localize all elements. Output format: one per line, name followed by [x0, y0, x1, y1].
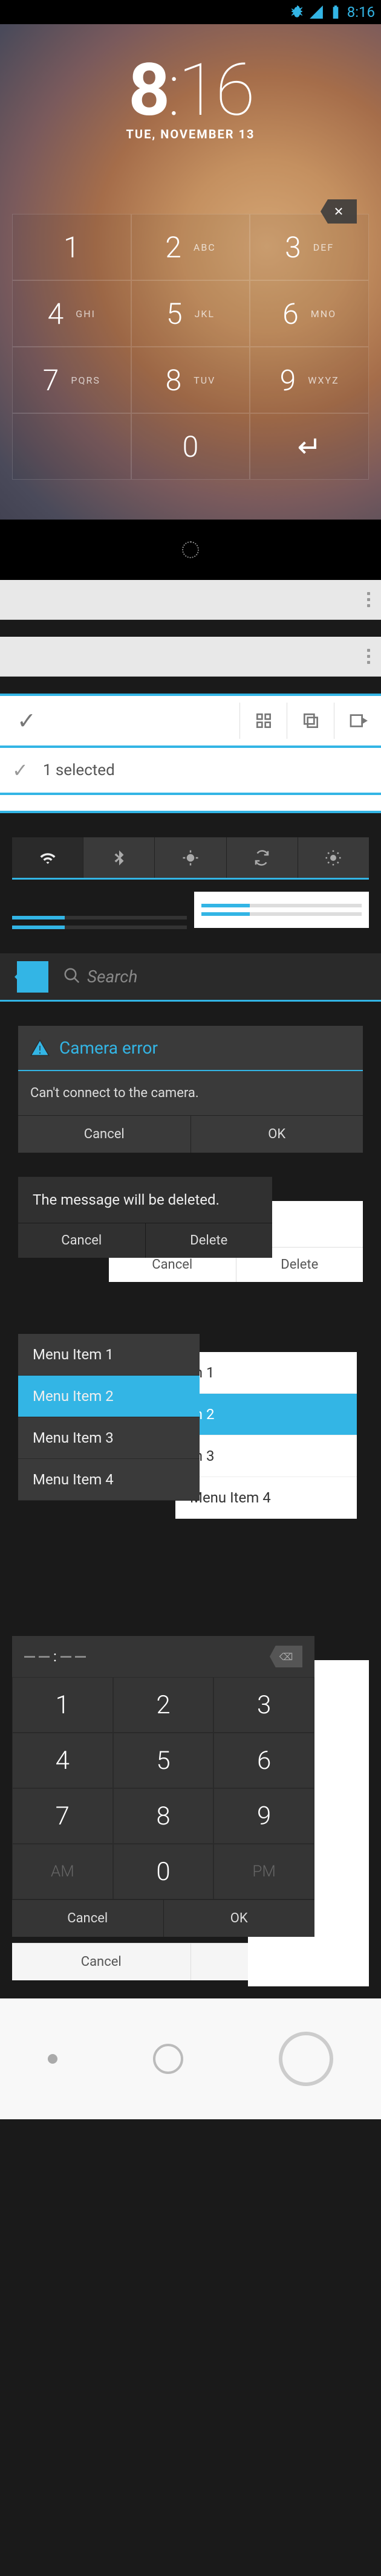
pin-key-6[interactable]: 6MNO: [250, 280, 369, 347]
cancel-button[interactable]: Cancel: [12, 1900, 164, 1937]
warning-icon: [30, 1038, 50, 1058]
keypad-8[interactable]: 8: [113, 1788, 214, 1844]
status-time: 8:16: [347, 4, 375, 21]
copy-icon[interactable]: [287, 703, 334, 739]
done-icon[interactable]: ✓: [0, 707, 53, 735]
loading-indicators: [0, 1998, 381, 2119]
selection-count: 1 selected: [43, 761, 115, 779]
progress-bar-light: [201, 904, 362, 907]
brightness-toggle[interactable]: [298, 837, 369, 878]
spinner-small-icon: [48, 2054, 57, 2064]
menu-item[interactable]: m 1: [175, 1352, 357, 1394]
spinner-large-icon: [279, 2032, 333, 2086]
popup-menu-light: m 1m 2m 3Menu Item 4: [175, 1352, 357, 1519]
battery-icon: [328, 4, 344, 20]
share-icon[interactable]: [334, 703, 381, 739]
lockscreen: 8:16 TUE, NOVEMBER 13 ✕ 12ABC3DEF 4GHI5JK…: [0, 24, 381, 580]
pin-key-4[interactable]: 4GHI: [12, 280, 131, 347]
unlock-ring-icon[interactable]: [182, 541, 199, 558]
pin-key-9[interactable]: 9WXYZ: [250, 347, 369, 413]
sync-toggle[interactable]: [227, 837, 298, 878]
status-bar: 8:16: [0, 0, 381, 24]
back-icon[interactable]: [17, 961, 48, 993]
progress-bar-dark: [12, 916, 187, 919]
dialog-title: Camera error: [59, 1038, 158, 1058]
lock-clock-date: TUE, NOVEMBER 13: [0, 127, 381, 141]
popup-menu-dark: Menu Item 1Menu Item 2Menu Item 3Menu It…: [18, 1334, 200, 1501]
menu-item[interactable]: m 3: [175, 1435, 357, 1477]
time-picker-dark: : ⌫ 123 456 789 AM 0 PM Cancel OK: [12, 1636, 314, 1937]
debug-icon: [289, 4, 305, 20]
cancel-button[interactable]: Cancel: [18, 1116, 191, 1153]
keypad-2[interactable]: 2: [113, 1677, 214, 1733]
quick-toggles: [12, 837, 369, 880]
pm-button[interactable]: PM: [213, 1844, 314, 1899]
dialog-message: Can't connect to the camera.: [18, 1071, 363, 1115]
delete-button[interactable]: Delete: [146, 1223, 273, 1258]
keypad-7[interactable]: 7: [12, 1788, 113, 1844]
keypad-4[interactable]: 4: [12, 1733, 113, 1788]
lock-handle-bar: [0, 520, 381, 580]
pin-key-5[interactable]: 5JKL: [131, 280, 250, 347]
search-icon: [57, 967, 87, 987]
progress-bar-light: [201, 912, 362, 916]
menu-item[interactable]: m 2: [175, 1394, 357, 1435]
spinner-medium-icon: [153, 2044, 183, 2074]
contextual-action-bar: ✓: [0, 694, 381, 748]
keypad-6[interactable]: 6: [213, 1733, 314, 1788]
keypad-1[interactable]: 1: [12, 1677, 113, 1733]
pin-key-8[interactable]: 8TUV: [131, 347, 250, 413]
ok-button[interactable]: OK: [164, 1900, 315, 1937]
dialog-message: The message will be deleted.: [18, 1177, 272, 1223]
menu-item[interactable]: Menu Item 4: [175, 1477, 357, 1519]
selection-row[interactable]: ✓ 1 selected: [0, 748, 381, 795]
keypad-3[interactable]: 3: [213, 1677, 314, 1733]
cancel-button[interactable]: Cancel: [18, 1223, 146, 1258]
pin-backspace[interactable]: ✕: [321, 199, 357, 224]
pin-key-1[interactable]: 1: [12, 214, 131, 280]
camera-error-dialog: Camera error Can't connect to the camera…: [18, 1026, 363, 1153]
time-display: : ⌫: [12, 1636, 314, 1677]
progress-bar-dark: [12, 926, 187, 929]
backspace-icon[interactable]: ⌫: [270, 1646, 302, 1667]
check-icon: ✓: [12, 759, 28, 782]
keypad-9[interactable]: 9: [213, 1788, 314, 1844]
pin-key-2[interactable]: 2ABC: [131, 214, 250, 280]
action-bar-light-1: [0, 580, 381, 620]
menu-item[interactable]: Menu Item 1: [18, 1334, 200, 1376]
grid-icon[interactable]: [239, 703, 287, 739]
overflow-icon[interactable]: [356, 649, 381, 664]
menu-item[interactable]: Menu Item 3: [18, 1417, 200, 1459]
signal-icon: [308, 4, 324, 20]
pin-enter[interactable]: ↵: [250, 413, 369, 480]
pin-key-0[interactable]: 0: [131, 413, 250, 480]
ok-button[interactable]: OK: [191, 1116, 363, 1153]
cancel-button[interactable]: Cancel: [12, 1943, 191, 1980]
am-button[interactable]: AM: [12, 1844, 113, 1899]
keypad-5[interactable]: 5: [113, 1733, 214, 1788]
lock-clock-time: 8:16: [0, 48, 381, 133]
gps-toggle[interactable]: [155, 837, 226, 878]
overflow-icon[interactable]: [356, 592, 381, 607]
pin-key-blank: [12, 413, 131, 480]
wifi-toggle[interactable]: [12, 837, 83, 878]
pin-key-3[interactable]: 3DEF: [250, 214, 369, 280]
pin-key-7[interactable]: 7PQRS: [12, 347, 131, 413]
bluetooth-toggle[interactable]: [83, 837, 155, 878]
menu-item[interactable]: Menu Item 4: [18, 1459, 200, 1501]
pin-pad: 12ABC3DEF 4GHI5JKL6MNO 7PQRS8TUV9WXYZ0↵: [12, 214, 369, 480]
keypad-0[interactable]: 0: [113, 1844, 214, 1899]
action-bar-light-2: [0, 637, 381, 677]
search-input[interactable]: Search: [87, 967, 137, 987]
menu-item[interactable]: Menu Item 2: [18, 1376, 200, 1417]
search-action-bar: Search: [0, 953, 381, 1002]
delete-dialog-dark: The message will be deleted. Cancel Dele…: [18, 1177, 272, 1258]
